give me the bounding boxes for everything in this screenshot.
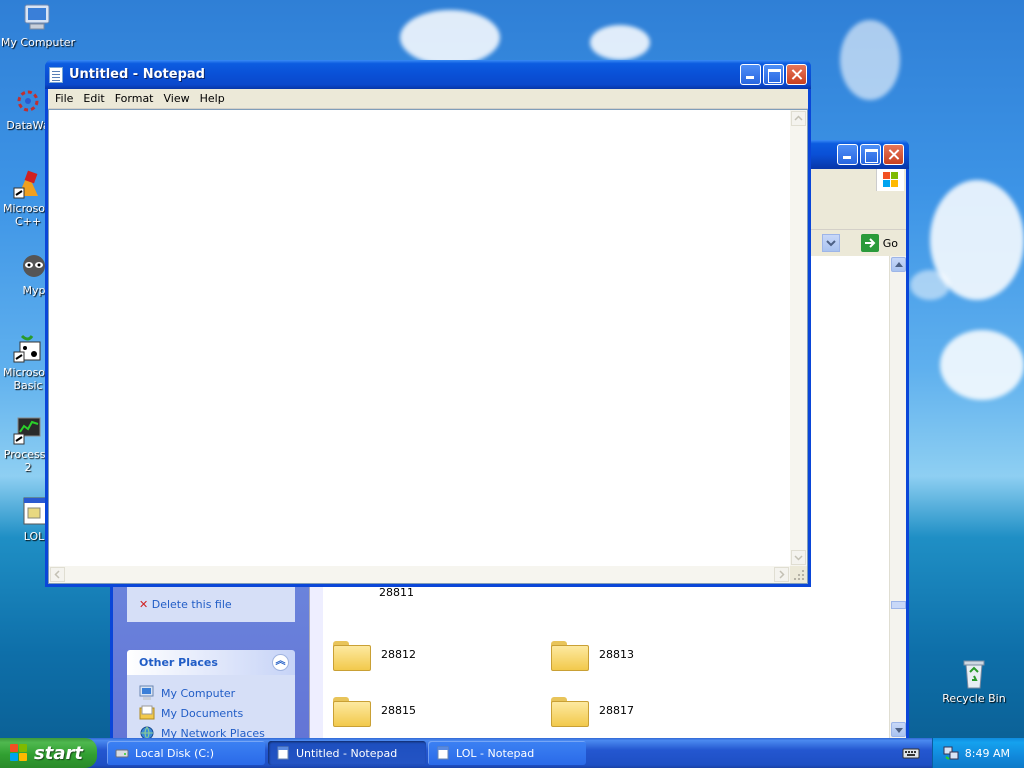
cloud [940,330,1024,400]
maximize-button[interactable] [763,64,784,85]
other-places-my-computer[interactable]: My Computer [139,683,295,703]
folder-label: 28815 [381,703,416,717]
scroll-thumb[interactable] [891,601,906,609]
collapse-chevron-icon[interactable]: ︽ [272,654,289,671]
cloud [910,270,950,300]
folder-label: 28811 [379,586,414,599]
window-title: Untitled - Notepad [69,67,205,82]
my-documents-icon [139,705,155,721]
desktop-icon-recycle-bin[interactable]: Recycle Bin [936,658,1012,705]
notepad-edit-area[interactable] [48,109,808,584]
datawarehouse-icon [12,85,44,117]
minimize-button[interactable] [740,64,761,85]
go-arrow-icon [860,234,879,252]
menu-bar: File Edit Format View Help [48,89,808,109]
visual-basic-icon [12,332,44,364]
folder-icon [551,695,589,727]
notepad-icon [276,746,290,760]
cloud [840,20,900,100]
other-places-panel: Other Places ︽ My Computer My Documents … [127,650,295,755]
my-computer-icon [22,2,54,34]
keyboard-icon[interactable] [902,745,920,761]
other-places-header[interactable]: Other Places ︽ [127,650,295,675]
folder-icon [551,639,589,671]
explorer-close-button[interactable] [883,144,904,165]
delete-icon: ✕ [139,598,149,611]
process-explorer-icon [12,414,44,446]
scroll-left-button[interactable] [50,567,65,582]
network-status-icon[interactable] [943,745,959,761]
go-label: Go [882,236,898,250]
go-button[interactable]: Go [860,233,898,253]
desktop-icon-label: Recycle Bin [942,692,1006,705]
menu-file[interactable]: File [50,92,78,105]
menu-view[interactable]: View [159,92,195,105]
taskbar-item-label: Local Disk (C:) [135,746,215,760]
start-label: start [34,742,83,764]
taskbar-item-lol-notepad[interactable]: LOL - Notepad [428,741,586,765]
address-dropdown-button[interactable] [822,234,840,252]
other-places-title: Other Places [139,656,218,669]
taskbar-item-untitled-notepad[interactable]: Untitled - Notepad [268,741,426,765]
cloud [400,10,500,65]
windows-logo-icon [876,169,904,191]
my-computer-icon [139,685,155,701]
taskbar-item-label: Untitled - Notepad [296,746,398,760]
recycle-bin-icon [958,658,990,690]
taskbar-item-local-disk[interactable]: Local Disk (C:) [107,741,265,765]
scroll-down-button[interactable] [791,550,806,565]
notepad-titlebar[interactable]: Untitled - Notepad [45,60,811,89]
taskbar-item-label: LOL - Notepad [456,746,535,760]
notepad-vscroll[interactable] [790,110,807,566]
notepad-icon [49,66,63,83]
folder-item[interactable]: 28812 [333,639,416,671]
scroll-up-button[interactable] [891,257,906,272]
menu-format[interactable]: Format [110,92,159,105]
start-button[interactable]: start [0,738,97,768]
file-tasks-panel: ✕ Delete this file [127,586,295,622]
other-places-my-documents[interactable]: My Documents [139,703,295,723]
desktop-icon-label: My Computer [0,36,76,49]
scroll-up-button[interactable] [791,111,806,126]
folder-icon [333,639,371,671]
close-button[interactable] [786,64,807,85]
folder-item-partial[interactable]: 28811 [333,586,414,599]
explorer-minimize-button[interactable] [837,144,858,165]
delete-file-link[interactable]: ✕ Delete this file [139,598,232,611]
folder-item[interactable]: 28815 [333,695,416,727]
desktop-icon-my-computer[interactable]: My Computer [0,2,76,49]
menu-edit[interactable]: Edit [78,92,109,105]
folder-item[interactable]: 28813 [551,639,634,671]
explorer-maximize-button[interactable] [860,144,881,165]
visual-cpp-icon [12,168,44,200]
clock[interactable]: 8:49 AM [965,747,1010,760]
cloud [590,25,650,60]
folder-item[interactable]: 28817 [551,695,634,727]
notepad-hscroll[interactable] [49,566,790,583]
folder-icon [333,695,371,727]
drive-icon [115,746,129,760]
scroll-right-button[interactable] [774,567,789,582]
folder-label: 28817 [599,703,634,717]
folder-label: 28812 [381,647,416,661]
taskbar: start Local Disk (C:) Untitled - Notepad… [0,738,1024,768]
system-tray: 8:49 AM [932,738,1024,768]
explorer-scrollbar[interactable] [889,256,906,738]
windows-flag-icon [10,744,28,762]
scroll-down-button[interactable] [891,722,906,737]
folder-label: 28813 [599,647,634,661]
resize-grip-icon[interactable] [790,566,807,583]
notepad-icon [436,746,450,760]
menu-help[interactable]: Help [195,92,230,105]
notepad-window: Untitled - Notepad File Edit Format View… [45,60,811,587]
